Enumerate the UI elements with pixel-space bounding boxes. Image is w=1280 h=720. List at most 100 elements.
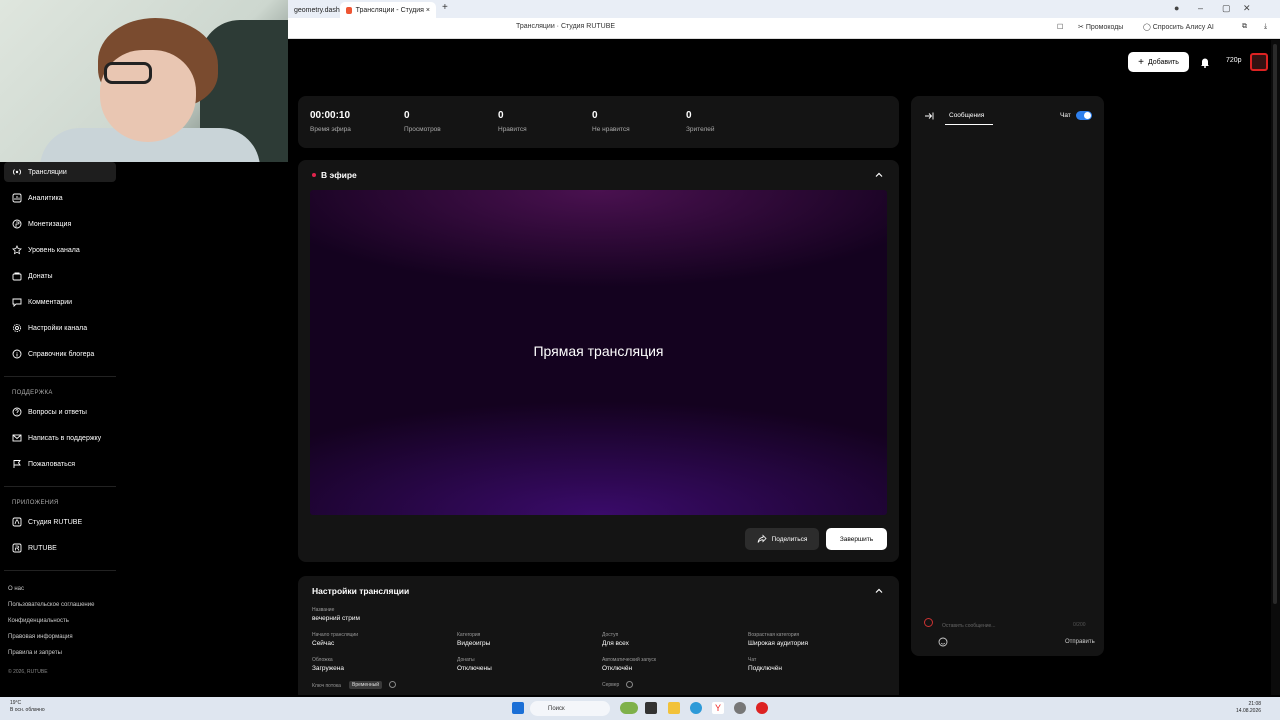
edge-icon[interactable] <box>690 702 702 714</box>
money-icon <box>12 219 22 229</box>
chat-char-counter: 0/200 <box>1073 622 1086 628</box>
sidebar-item-broadcasts[interactable]: Трансляции <box>4 162 116 182</box>
footer-link-about[interactable]: О нас <box>8 586 24 592</box>
task-view-icon[interactable] <box>645 702 657 714</box>
sidebar-item-label: RUTUBE <box>28 544 57 552</box>
sidebar-item-monetization[interactable]: Монетизация <box>4 214 116 234</box>
share-button[interactable]: Поделиться <box>745 528 819 550</box>
promo-label: Промокоды <box>1085 24 1124 31</box>
bell-icon[interactable] <box>1198 55 1212 69</box>
chevron-up-icon[interactable] <box>874 170 884 180</box>
stat-label: Зрителей <box>686 126 715 133</box>
page-title[interactable]: Трансляции · Студия RUTUBE <box>516 23 615 30</box>
close-icon[interactable]: ✕ <box>1243 3 1251 14</box>
info-icon <box>12 349 22 359</box>
quality-badge[interactable]: 720p <box>1226 57 1242 64</box>
chat-input[interactable]: Оставить сообщение... <box>942 623 995 629</box>
sidebar-item-rutube-app[interactable]: RUTUBE <box>4 538 116 558</box>
scrollbar[interactable] <box>1271 40 1280 695</box>
new-tab-icon[interactable]: + <box>442 2 448 13</box>
tab-messages[interactable]: Сообщения <box>949 112 984 119</box>
avatar[interactable] <box>1250 53 1268 71</box>
yandex-browser-icon[interactable]: Y <box>712 702 724 714</box>
sidebar-item-channel-settings[interactable]: Настройки канала <box>4 318 116 338</box>
promo-button[interactable]: ✂ Промокоды <box>1078 23 1123 31</box>
minimize-icon[interactable]: – <box>1198 3 1203 13</box>
help-icon[interactable] <box>626 681 633 688</box>
stat-air-time: 00:00:10 Время эфира <box>310 110 351 133</box>
field-label: Доступ <box>602 632 619 638</box>
sidebar-item-blogger-guide[interactable]: Справочник блогера <box>4 344 116 364</box>
stat-likes: 0 Нравится <box>498 110 527 133</box>
tab-indicator <box>945 124 993 125</box>
divider <box>4 486 116 487</box>
maximize-icon[interactable]: ▢ <box>1222 3 1231 14</box>
screenshot-icon[interactable]: ⧉ <box>1242 23 1247 31</box>
sidebar-item-contact-support[interactable]: Написать в поддержку <box>4 428 116 448</box>
footer-link-privacy[interactable]: Конфиденциальность <box>8 618 69 624</box>
sidebar-item-label: Вопросы и ответы <box>28 408 87 416</box>
recorder-icon[interactable] <box>756 702 768 714</box>
stat-value: 0 <box>686 110 692 121</box>
browser-tab-active[interactable]: Трансляции - Студия × <box>340 2 436 18</box>
help-icon[interactable] <box>389 681 396 688</box>
search-label: Поиск <box>548 705 565 712</box>
alice-label: Спросить Алису AI <box>1152 24 1214 31</box>
taskbar-clock[interactable]: 21:08 14.08.2026 <box>1236 701 1261 715</box>
bookmark-icon[interactable]: ☐ <box>1057 23 1063 31</box>
gear-icon <box>12 323 22 333</box>
add-button[interactable]: + Добавить <box>1128 52 1189 72</box>
field-label: Возрастная категория <box>748 632 800 638</box>
emoji-icon[interactable] <box>938 637 948 647</box>
scrollbar-thumb[interactable] <box>1273 44 1277 604</box>
settings-icon[interactable] <box>734 702 746 714</box>
sidebar-item-analytics[interactable]: Аналитика <box>4 188 116 208</box>
profile-icon[interactable]: ● <box>1174 3 1179 13</box>
send-button[interactable]: Отправить <box>1065 639 1095 645</box>
field-value: Сейчас <box>312 640 335 647</box>
sidebar-item-faq[interactable]: Вопросы и ответы <box>4 402 116 422</box>
chat-toggle[interactable] <box>1076 111 1092 120</box>
browser-tab[interactable]: geometry.dash <box>288 2 340 18</box>
download-icon[interactable]: ⤓ <box>1264 23 1267 31</box>
footer-link-legal[interactable]: Правовая информация <box>8 634 73 640</box>
sidebar-item-channel-level[interactable]: Уровень канала <box>4 240 116 260</box>
sidebar-item-comments[interactable]: Комментарии <box>4 292 116 312</box>
taskbar-weather[interactable]: 19°C В осн. облачно <box>10 700 45 714</box>
sidebar-item-label: Справочник блогера <box>28 350 95 358</box>
windows-start-icon[interactable] <box>512 702 524 714</box>
alice-button[interactable]: ◯ Спросить Алису AI <box>1143 23 1214 31</box>
copyright: © 2026, RUTUBE <box>8 669 48 675</box>
stat-views: 0 Просмотров <box>404 110 441 133</box>
star-icon <box>12 245 22 255</box>
donate-icon <box>12 271 22 281</box>
comment-icon <box>12 297 22 307</box>
video-player[interactable]: Прямая трансляция <box>310 190 887 515</box>
footer-link-rules[interactable]: Правила и запреты <box>8 650 62 656</box>
browser-tabbar: geometry.dash Трансляции - Студия × + ● … <box>288 0 1280 18</box>
sidebar-item-label: Донаты <box>28 272 53 280</box>
field-value: Отключён <box>602 665 633 672</box>
field-label: Чат <box>748 657 757 663</box>
tab-label: Трансляции - Студия × <box>355 6 430 14</box>
sidebar-item-studio-app[interactable]: Студия RUTUBE <box>4 512 116 532</box>
widget-icon[interactable] <box>620 702 638 714</box>
field-value: Видеоигры <box>457 640 491 647</box>
mail-icon <box>12 433 22 443</box>
question-icon <box>12 407 22 417</box>
chevron-up-icon[interactable] <box>874 586 884 596</box>
share-label: Поделиться <box>771 535 808 543</box>
sidebar-item-donations[interactable]: Донаты <box>4 266 116 286</box>
sidebar: Трансляции Аналитика Монетизация Уровень… <box>0 162 120 695</box>
collapse-icon[interactable] <box>924 111 934 121</box>
end-stream-button[interactable]: Завершить <box>826 528 887 550</box>
stat-label: Время эфира <box>310 126 351 133</box>
folder-icon[interactable] <box>668 702 680 714</box>
analytics-icon <box>12 193 22 203</box>
stat-value: 0 <box>404 110 410 121</box>
footer-link-terms[interactable]: Пользовательское соглашение <box>8 602 94 608</box>
taskbar-search[interactable]: Поиск <box>530 701 610 716</box>
sidebar-item-report[interactable]: Пожаловаться <box>4 454 116 474</box>
chat-panel: Сообщения Чат Оставить сообщение... 0/20… <box>911 96 1104 656</box>
grid-icon <box>12 517 22 527</box>
